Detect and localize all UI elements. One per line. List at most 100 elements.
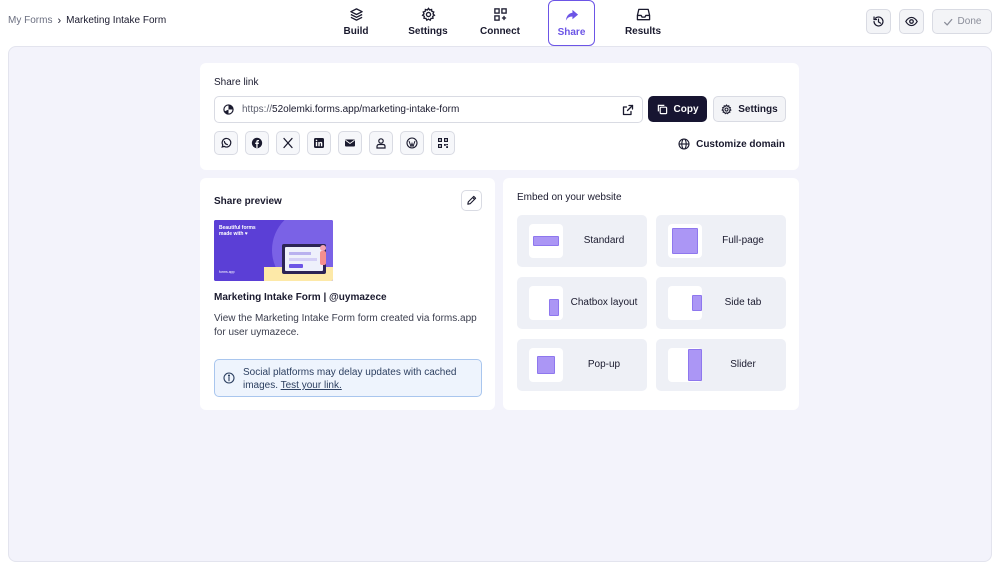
embed-full-page-label: Full-page <box>722 235 764 246</box>
embed-title: Embed on your website <box>517 192 622 203</box>
email-icon <box>345 139 355 147</box>
layers-icon <box>349 8 363 21</box>
external-link-icon[interactable] <box>622 104 634 116</box>
embed-popup-preview <box>529 348 563 382</box>
share-preview-name: Marketing Intake Form | @uymazece <box>214 292 387 303</box>
eye-icon <box>905 16 918 27</box>
share-facebook-button[interactable] <box>245 131 269 155</box>
cache-info-message: Social platforms may delay updates with … <box>243 367 457 391</box>
embed-popup[interactable]: Pop-up <box>517 339 647 391</box>
link-settings-button[interactable]: Settings <box>713 96 786 122</box>
copy-icon <box>657 104 667 114</box>
share-url[interactable]: https://52olemki.forms.app/marketing-int… <box>242 104 459 115</box>
embed-card: Embed on your website Standard Full-page… <box>503 178 799 410</box>
edit-preview-button[interactable] <box>461 190 482 211</box>
wordpress-icon <box>406 137 418 149</box>
share-qr-button[interactable] <box>431 131 455 155</box>
gear-icon <box>421 7 435 22</box>
inbox-icon <box>636 8 650 21</box>
tab-share-label: Share <box>557 27 586 38</box>
thumbnail-caption: Beautiful forms made with ♥ <box>219 225 256 237</box>
slider-shape <box>688 349 702 381</box>
embed-side-tab[interactable]: Side tab <box>656 277 786 329</box>
embed-chatbox-preview <box>529 286 563 320</box>
link-settings-label: Settings <box>738 103 778 115</box>
share-wordpress-button[interactable] <box>400 131 424 155</box>
embed-slider[interactable]: Slider <box>656 339 786 391</box>
chatbox-shape <box>549 299 559 316</box>
top-bar: My Forms › Marketing Intake Form Build S… <box>0 0 1000 46</box>
side-tab-shape <box>692 295 702 311</box>
customize-domain-label: Customize domain <box>696 138 785 150</box>
breadcrumb-separator: › <box>57 14 62 27</box>
share-email-button[interactable] <box>338 131 362 155</box>
embed-standard[interactable]: Standard <box>517 215 647 267</box>
cache-info-banner: Social platforms may delay updates with … <box>214 359 482 397</box>
linkedin-icon <box>314 138 324 148</box>
thumbnail-logo: forms.app <box>219 270 235 274</box>
share-preview-thumbnail: Beautiful forms made with ♥ forms.app <box>214 220 333 281</box>
embed-side-tab-label: Side tab <box>724 297 762 308</box>
tab-results-label: Results <box>624 26 662 37</box>
embed-popup-label: Pop-up <box>587 359 621 370</box>
tab-settings[interactable]: Settings <box>406 0 450 46</box>
grid-plus-icon <box>493 8 507 21</box>
share-linkedin-button[interactable] <box>307 131 331 155</box>
share-link-title: Share link <box>214 77 259 88</box>
facebook-icon <box>251 137 263 149</box>
globe-icon <box>678 138 690 150</box>
preview-button[interactable] <box>899 9 924 34</box>
share-preview-description: View the Marketing Intake Form form crea… <box>214 313 477 338</box>
breadcrumb: My Forms › Marketing Intake Form <box>8 15 166 26</box>
share-preview-card: Share preview Beautiful forms made with … <box>200 178 495 410</box>
embed-side-tab-preview <box>668 286 702 320</box>
share-url-field[interactable]: https://52olemki.forms.app/marketing-int… <box>214 96 643 123</box>
share-link-card: Share link https://52olemki.forms.app/ma… <box>200 63 799 170</box>
embed-chatbox[interactable]: Chatbox layout <box>517 277 647 329</box>
embed-full-page[interactable]: Full-page <box>656 215 786 267</box>
tab-results[interactable]: Results <box>622 0 664 46</box>
copy-label: Copy <box>673 103 699 115</box>
history-icon <box>873 16 884 27</box>
info-icon <box>223 372 235 384</box>
done-button[interactable]: Done <box>932 9 992 34</box>
qr-code-icon <box>438 138 448 148</box>
popup-shape <box>537 356 555 374</box>
social-share-row <box>214 131 455 155</box>
standard-shape <box>533 236 559 246</box>
embed-slider-label: Slider <box>730 359 756 370</box>
cache-info-text: Social platforms may delay updates with … <box>243 366 473 392</box>
share-arrow-icon <box>565 9 579 21</box>
history-button[interactable] <box>866 9 891 34</box>
share-preview-title: Share preview <box>214 196 282 207</box>
share-whatsapp-button[interactable] <box>214 131 238 155</box>
user-icon <box>376 138 386 149</box>
share-url-protocol: https:// <box>242 104 273 115</box>
embed-full-page-preview <box>668 224 702 258</box>
done-label: Done <box>957 16 982 27</box>
check-icon <box>943 18 952 26</box>
customize-domain-link[interactable]: Customize domain <box>678 138 785 150</box>
tab-share[interactable]: Share <box>548 0 595 46</box>
tab-build[interactable]: Build <box>340 0 372 46</box>
share-user-button[interactable] <box>369 131 393 155</box>
tab-connect-label: Connect <box>480 26 520 37</box>
tab-connect[interactable]: Connect <box>478 0 522 46</box>
embed-chatbox-label: Chatbox layout <box>570 297 638 308</box>
share-url-path: 52olemki.forms.app/marketing-intake-form <box>272 104 460 115</box>
whatsapp-icon <box>221 137 232 148</box>
gear-icon <box>721 103 732 114</box>
globe-pie-icon <box>223 104 234 115</box>
share-x-button[interactable] <box>276 131 300 155</box>
full-page-shape <box>672 228 698 254</box>
embed-standard-preview <box>529 224 563 258</box>
embed-slider-preview <box>668 348 702 382</box>
copy-button[interactable]: Copy <box>648 96 707 122</box>
breadcrumb-root[interactable]: My Forms <box>8 15 52 26</box>
x-icon <box>283 137 293 149</box>
test-link[interactable]: Test your link. <box>281 380 342 391</box>
breadcrumb-current: Marketing Intake Form <box>66 15 167 26</box>
pencil-icon <box>467 195 477 205</box>
tab-build-label: Build <box>343 26 369 37</box>
embed-standard-label: Standard <box>583 235 625 246</box>
